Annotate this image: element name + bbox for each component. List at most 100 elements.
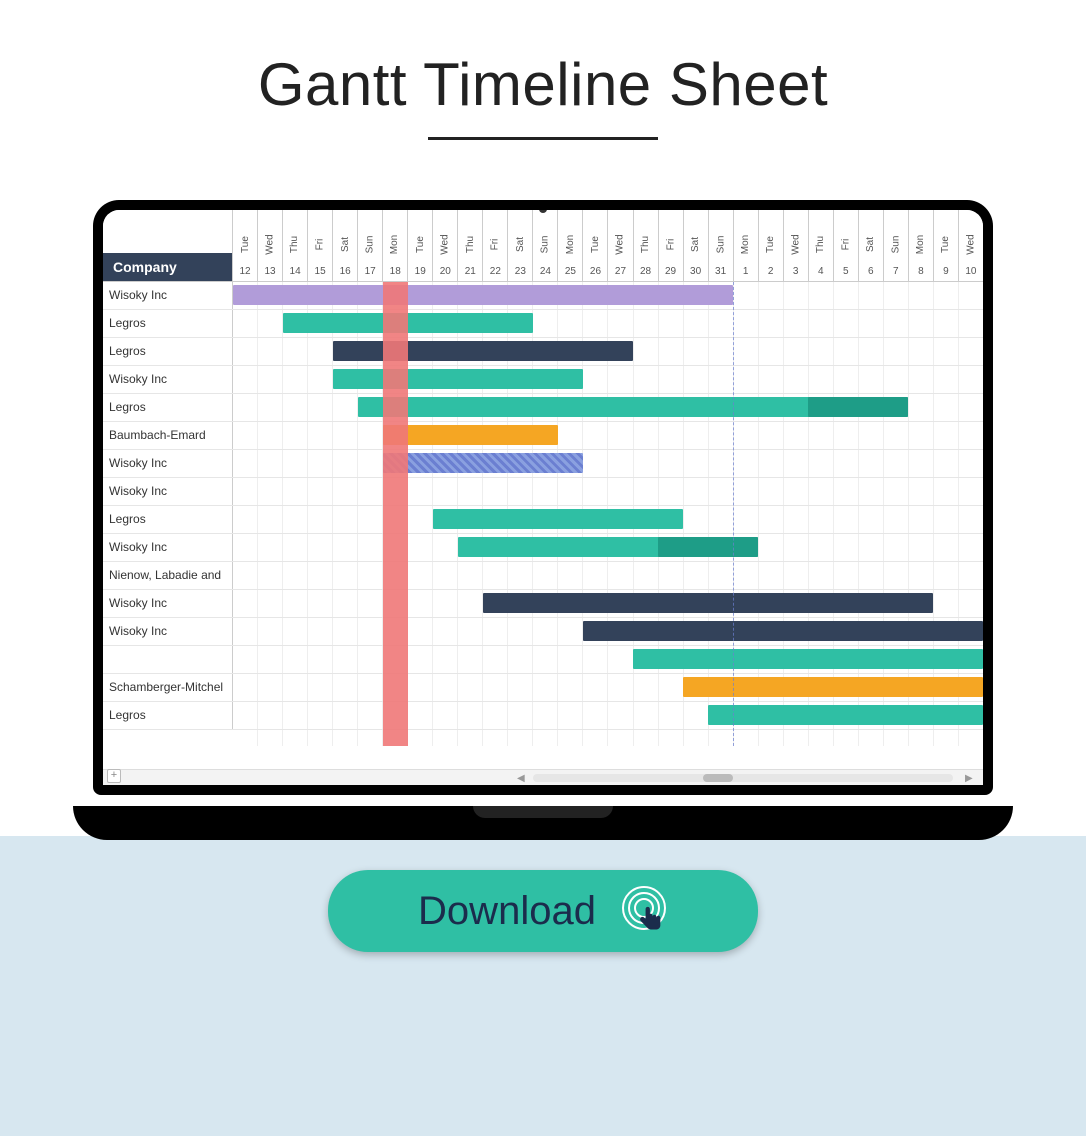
gantt-bar[interactable]: [383, 453, 583, 473]
row-label: Wisoky Inc: [103, 534, 233, 561]
table-row: Wisoky Inc: [103, 478, 983, 506]
day-number: 14: [290, 266, 301, 277]
day-of-week: Thu: [465, 236, 476, 253]
day-of-week: Mon: [915, 235, 926, 254]
row-track: [233, 702, 983, 729]
gantt-bar[interactable]: [433, 509, 683, 529]
day-column: Wed10: [958, 210, 983, 282]
scroll-right-icon[interactable]: ▶: [965, 773, 975, 783]
gantt-bar[interactable]: [808, 397, 908, 417]
table-row: Legros: [103, 394, 983, 422]
row-track: [233, 450, 983, 477]
day-of-week: Mon: [565, 235, 576, 254]
day-of-week: Sun: [540, 236, 551, 254]
day-number: 18: [390, 266, 401, 277]
day-column: Thu21: [457, 210, 482, 282]
day-column: Sun17: [357, 210, 382, 282]
table-row: [103, 646, 983, 674]
title-underline: [428, 137, 658, 140]
day-of-week: Sun: [890, 236, 901, 254]
download-button-label: Download: [418, 889, 596, 934]
row-label: Legros: [103, 506, 233, 533]
day-number: 24: [540, 266, 551, 277]
gantt-rows: Wisoky IncLegrosLegrosWisoky IncLegrosBa…: [103, 282, 983, 746]
day-column: Tue9: [933, 210, 958, 282]
day-of-week: Wed: [965, 234, 976, 254]
gantt-bar[interactable]: [333, 369, 583, 389]
laptop-frame: Company Tue12Wed13Thu14Fri15Sat16Sun17Mo…: [73, 200, 1013, 840]
table-row: Wisoky Inc: [103, 590, 983, 618]
day-number: 2: [768, 266, 774, 277]
day-number: 20: [440, 266, 451, 277]
table-row: Nienow, Labadie and: [103, 562, 983, 590]
gantt-bar[interactable]: [583, 621, 983, 641]
gantt-bar[interactable]: [383, 425, 558, 445]
day-number: 27: [615, 266, 626, 277]
table-row: Wisoky Inc: [103, 534, 983, 562]
gantt-bar[interactable]: [283, 313, 533, 333]
day-number: 1: [743, 266, 749, 277]
expand-icon[interactable]: +: [107, 769, 121, 783]
day-column: Wed20: [432, 210, 457, 282]
day-column: Sun 24: [532, 210, 557, 282]
day-column: Tue26: [582, 210, 607, 282]
day-number: 29: [665, 266, 676, 277]
day-number: 13: [264, 266, 275, 277]
horizontal-scrollbar[interactable]: [533, 774, 953, 782]
day-of-week: Sat: [515, 237, 526, 252]
day-column: Thu14: [282, 210, 307, 282]
day-column: Mon 25: [557, 210, 582, 282]
row-track: [233, 674, 983, 701]
day-column: Fri5: [833, 210, 858, 282]
table-row: Legros: [103, 338, 983, 366]
row-label: Legros: [103, 702, 233, 729]
today-marker: [383, 282, 408, 746]
day-of-week: Sat: [690, 237, 701, 252]
day-number: 6: [868, 266, 874, 277]
day-column: Sun7: [883, 210, 908, 282]
row-track: [233, 366, 983, 393]
table-row: Wisoky Inc: [103, 282, 983, 310]
gantt-bar[interactable]: [633, 649, 983, 669]
gantt-bar[interactable]: [233, 285, 733, 305]
scrollbar-thumb[interactable]: [703, 774, 733, 782]
day-of-week: Mon: [390, 235, 401, 254]
download-button[interactable]: Download: [328, 870, 758, 952]
day-of-week: Mon: [740, 235, 751, 254]
gantt-bar[interactable]: [333, 341, 633, 361]
table-row: Legros: [103, 702, 983, 730]
row-track: [233, 534, 983, 561]
day-column: Fri22: [482, 210, 507, 282]
day-number: 15: [315, 266, 326, 277]
page-title: Gantt Timeline Sheet: [0, 50, 1086, 119]
day-column: Tue19: [407, 210, 432, 282]
day-column: Wed13: [257, 210, 282, 282]
row-label: Legros: [103, 310, 233, 337]
day-of-week: Thu: [815, 236, 826, 253]
gantt-bar[interactable]: [658, 537, 758, 557]
day-number: 23: [515, 266, 526, 277]
gantt-bar[interactable]: [483, 593, 933, 613]
laptop-screen: Company Tue12Wed13Thu14Fri15Sat16Sun17Mo…: [93, 200, 993, 795]
day-of-week: Tue: [590, 236, 601, 253]
day-of-week: Thu: [640, 236, 651, 253]
day-of-week: Wed: [615, 234, 626, 254]
day-number: 25: [565, 266, 576, 277]
gantt-bar[interactable]: [708, 705, 983, 725]
day-column: Mon8: [908, 210, 933, 282]
row-label: Wisoky Inc: [103, 450, 233, 477]
day-of-week: Fri: [315, 239, 326, 251]
day-of-week: Sun: [365, 236, 376, 254]
scroll-left-icon[interactable]: ◀: [517, 773, 527, 783]
row-label: Wisoky Inc: [103, 590, 233, 617]
day-column: Thu28: [633, 210, 658, 282]
day-column: Sat 6: [858, 210, 883, 282]
day-number: 16: [340, 266, 351, 277]
day-of-week: Sat: [865, 237, 876, 252]
day-column: Sat30: [683, 210, 708, 282]
day-of-week: Sat: [340, 237, 351, 252]
gantt-bar[interactable]: [683, 677, 983, 697]
row-label: Wisoky Inc: [103, 282, 233, 309]
laptop-hinge-indent: [473, 806, 613, 818]
row-label: [103, 646, 233, 673]
